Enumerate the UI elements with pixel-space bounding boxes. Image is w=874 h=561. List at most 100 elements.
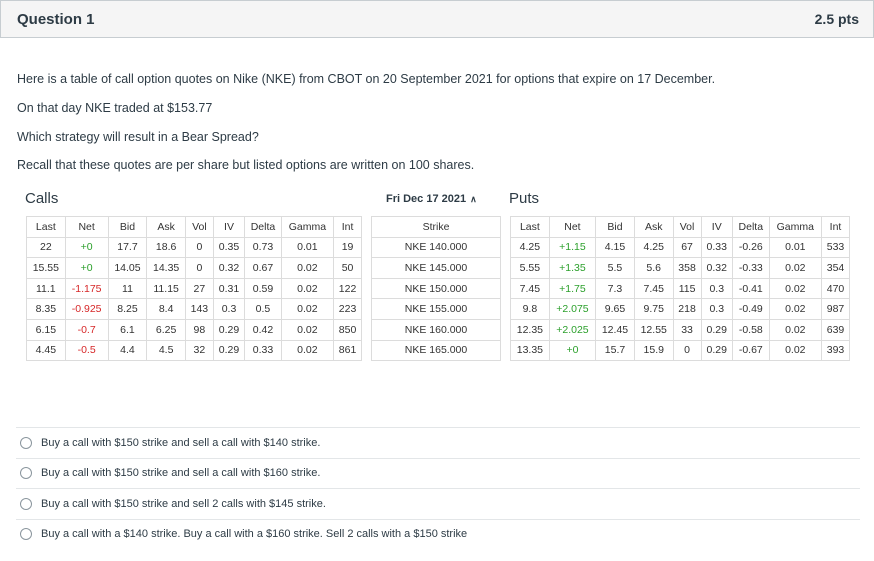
table-cell: 14.05 [107, 257, 148, 279]
calls-body: 22 +0 17.7 18.6 0 0.35 0.73 0.01 19 15.55 +0 14.05 1… [26, 236, 362, 362]
table-cell: 7.45 [510, 277, 550, 300]
table-cell: 0.01 [280, 236, 335, 259]
answer-label: Buy a call with $150 strike and sell a c… [41, 467, 321, 480]
table-cell: 0.02 [280, 277, 335, 300]
table-cell: 0.02 [768, 257, 823, 279]
table-cell: 8.4 [146, 298, 186, 320]
answer-option[interactable]: Buy a call with $150 strike and sell a c… [16, 427, 860, 458]
table-row: 22 +0 17.7 18.6 0 0.35 0.73 0.01 19 [26, 236, 362, 259]
radio-button[interactable] [20, 467, 32, 480]
answer-label: Buy a call with $150 strike and sell 2 c… [41, 497, 326, 510]
table-cell: 5.55 [510, 257, 550, 279]
table-cell: 8.25 [107, 298, 148, 320]
column-header: Vol [184, 216, 214, 238]
table-row: 12.35 +2.025 12.45 12.55 33 0.29 -0.58 0.02 639 [510, 318, 850, 341]
table-cell: -0.26 [732, 236, 770, 259]
table-cell: +2.025 [548, 318, 597, 341]
strike-header: Strike [371, 216, 501, 238]
table-row: 8.35 -0.925 8.25 8.4 143 0.3 0.5 0.02 223 [26, 298, 362, 320]
calls-table: Last Net Bid Ask Vol IV Delta Gamma Int 22 +0 17.7… [26, 216, 362, 362]
table-cell: -0.7 [64, 318, 109, 341]
column-header: Delta [732, 216, 770, 238]
table-cell: 470 [821, 277, 850, 300]
table-row: 9.8 +2.075 9.65 9.75 218 0.3 -0.49 0.02 987 [510, 298, 850, 320]
strikes-header-row: Strike [371, 216, 501, 238]
table-cell: 7.3 [595, 277, 635, 300]
column-header: Gamma [768, 216, 823, 238]
table-cell: 0.02 [768, 298, 823, 320]
table-cell: 0.01 [768, 236, 823, 259]
table-cell: 4.25 [510, 236, 550, 259]
question-header: Question 1 2.5 pts [0, 0, 874, 38]
table-row: 5.55 +1.35 5.5 5.6 358 0.32 -0.33 0.02 354 [510, 257, 850, 279]
table-cell: 0.3 [212, 298, 246, 320]
radio-button[interactable] [20, 497, 32, 510]
table-cell: 0 [672, 339, 702, 362]
table-cell: 0.32 [700, 257, 734, 279]
table-cell: 8.35 [26, 298, 66, 320]
table-row: 15.55 +0 14.05 14.35 0 0.32 0.67 0.02 50 [26, 257, 362, 279]
table-cell: 0 [184, 236, 214, 259]
table-cell: 0.3 [700, 298, 734, 320]
radio-button[interactable] [20, 528, 32, 541]
answer-label: Buy a call with a $140 strike. Buy a cal… [41, 528, 468, 541]
table-cell: 33 [672, 318, 702, 341]
table-cell: 115 [672, 277, 702, 300]
table-cell: 850 [333, 318, 362, 341]
table-row: 6.15 -0.7 6.1 6.25 98 0.29 0.42 0.02 850 [26, 318, 362, 341]
question-paragraph: On that day NKE traded at $153.77 [17, 101, 213, 115]
table-cell: 354 [821, 257, 850, 279]
table-cell: 0.67 [244, 257, 282, 279]
table-cell: 18.6 [146, 236, 186, 259]
table-cell: 19 [333, 236, 362, 259]
table-cell: 11.1 [26, 277, 66, 300]
column-header: IV [700, 216, 734, 238]
table-cell: 9.8 [510, 298, 550, 320]
answer-option[interactable]: Buy a call with $150 strike and sell a c… [16, 457, 860, 489]
expiry-selector[interactable]: Fri Dec 17 2021 ∧ [386, 193, 477, 205]
table-cell: 358 [672, 257, 702, 279]
table-row: 11.1 -1.175 11 11.15 27 0.31 0.59 0.02 122 [26, 277, 362, 300]
table-row: NKE 160.000 [371, 318, 501, 341]
table-cell: +0 [548, 339, 597, 362]
puts-body: 4.25 +1.15 4.15 4.25 67 0.33 -0.26 0.01 533 5.55 +… [510, 236, 850, 362]
radio-button[interactable] [20, 436, 32, 449]
puts-table: Last Net Bid Ask Vol IV Delta Gamma Int 4.25 +1.1… [510, 216, 850, 362]
answer-option[interactable]: Buy a call with a $140 strike. Buy a cal… [16, 518, 860, 550]
table-cell: 67 [672, 236, 702, 259]
table-cell: +0 [64, 236, 109, 259]
table-row: 4.25 +1.15 4.15 4.25 67 0.33 -0.26 0.01 533 [510, 236, 850, 259]
table-row: NKE 165.000 [371, 339, 501, 362]
table-cell: 0.02 [280, 318, 335, 341]
table-row: 7.45 +1.75 7.3 7.45 115 0.3 -0.41 0.02 470 [510, 277, 850, 300]
table-cell: 0.33 [700, 236, 734, 259]
question-paragraph: Recall that these quotes are per share b… [17, 158, 475, 172]
question-title: Question 1 [17, 11, 95, 28]
table-cell: 0.3 [700, 277, 734, 300]
column-header: Bid [595, 216, 635, 238]
table-cell: 12.55 [633, 318, 674, 341]
table-cell: 98 [184, 318, 214, 341]
table-cell: 50 [333, 257, 362, 279]
table-cell: -0.33 [732, 257, 770, 279]
column-header: Ask [146, 216, 186, 238]
table-cell: 5.5 [595, 257, 635, 279]
strike-cell: NKE 145.000 [371, 257, 501, 279]
table-cell: 6.25 [146, 318, 186, 341]
table-cell: 0.02 [280, 298, 335, 320]
answer-option[interactable]: Buy a call with $150 strike and sell 2 c… [16, 488, 860, 519]
strikes-body: NKE 140.000 NKE 145.000 NKE 150.000 NKE 155… [371, 236, 501, 362]
table-cell: 223 [333, 298, 362, 320]
table-cell: 7.45 [633, 277, 674, 300]
column-header: Last [510, 216, 550, 238]
column-header: Net [548, 216, 597, 238]
table-cell: 0.02 [768, 318, 823, 341]
table-cell: 0.29 [700, 318, 734, 341]
table-cell: 0.59 [244, 277, 282, 300]
table-cell: 0 [184, 257, 214, 279]
table-cell: 639 [821, 318, 850, 341]
table-cell: 17.7 [107, 236, 148, 259]
table-cell: 0.35 [212, 236, 246, 259]
table-cell: +1.75 [548, 277, 597, 300]
table-row: NKE 140.000 [371, 236, 501, 259]
